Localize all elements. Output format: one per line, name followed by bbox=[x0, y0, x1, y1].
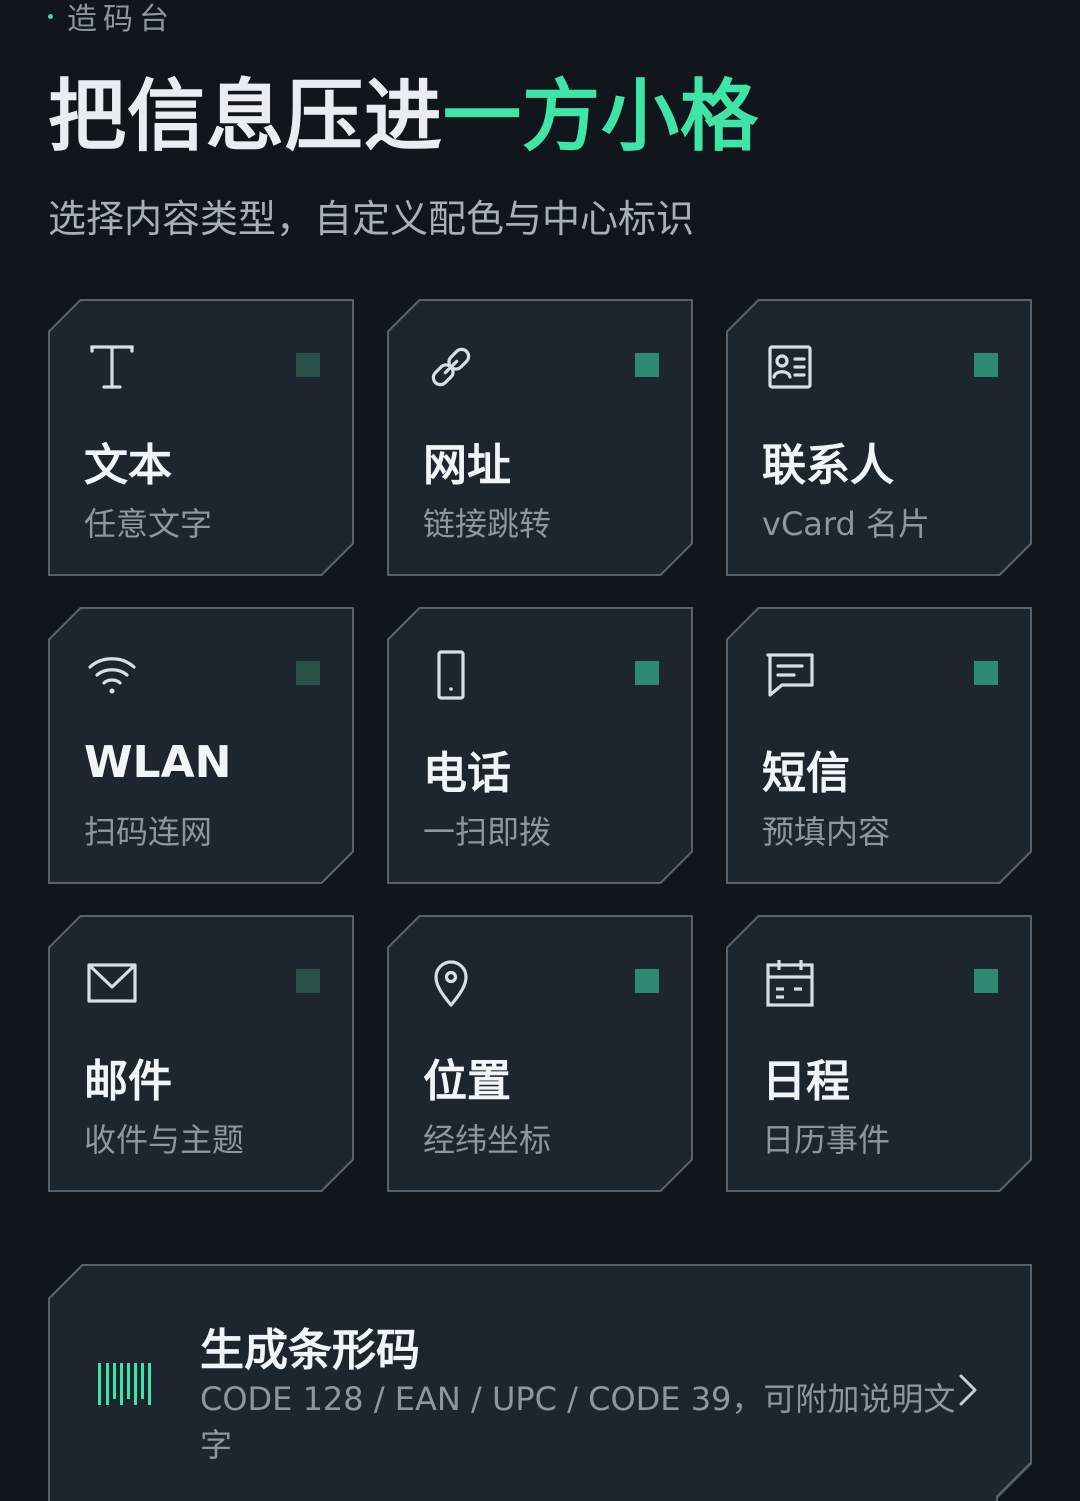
type-desc: 预填内容 bbox=[762, 813, 891, 851]
type-label: 联系人 bbox=[762, 440, 894, 491]
type-desc: 扫码连网 bbox=[84, 813, 213, 851]
type-desc: 经纬坐标 bbox=[423, 1121, 552, 1159]
mail-icon bbox=[86, 957, 138, 1009]
barcode-icon bbox=[96, 1359, 156, 1409]
type-indicator bbox=[635, 969, 659, 993]
type-card-phone[interactable]: 电话 一扫即拨 bbox=[387, 607, 693, 884]
eyebrow-label: 造码台 bbox=[67, 2, 175, 37]
title-main: 把信息压进 bbox=[48, 72, 444, 162]
page: 造码台 把信息压进一方小格 选择内容类型，自定义配色与中心标识 文本 任意文字 bbox=[0, 0, 1080, 1501]
type-label: 短信 bbox=[762, 748, 850, 799]
chevron-right-icon bbox=[956, 1372, 980, 1408]
type-desc: 日历事件 bbox=[762, 1121, 891, 1159]
message-icon bbox=[764, 649, 816, 701]
type-label: WLAN bbox=[84, 737, 232, 788]
page-subtitle: 选择内容类型，自定义配色与中心标识 bbox=[48, 197, 695, 241]
barcode-desc: CODE 128 / EAN / UPC / CODE 39，可附加说明文字 bbox=[200, 1380, 956, 1464]
barcode-title: 生成条形码 bbox=[200, 1325, 420, 1376]
type-desc: vCard 名片 bbox=[762, 505, 930, 543]
type-indicator bbox=[296, 661, 320, 685]
type-indicator bbox=[974, 969, 998, 993]
wifi-icon bbox=[86, 649, 138, 701]
type-label: 电话 bbox=[423, 748, 511, 799]
barcode-generator-card[interactable]: 生成条形码 CODE 128 / EAN / UPC / CODE 39，可附加… bbox=[48, 1264, 1032, 1501]
type-card-sms[interactable]: 短信 预填内容 bbox=[726, 607, 1032, 884]
type-card-mail[interactable]: 邮件 收件与主题 bbox=[48, 915, 354, 1192]
type-label: 文本 bbox=[84, 440, 172, 491]
type-label: 位置 bbox=[423, 1056, 511, 1107]
page-title: 把信息压进一方小格 bbox=[48, 72, 759, 162]
type-card-location[interactable]: 位置 经纬坐标 bbox=[387, 915, 693, 1192]
type-label: 日程 bbox=[762, 1056, 850, 1107]
type-label: 网址 bbox=[423, 440, 511, 491]
title-accent: 一方小格 bbox=[443, 72, 760, 162]
type-indicator bbox=[296, 353, 320, 377]
type-desc: 一扫即拨 bbox=[423, 813, 552, 851]
type-indicator bbox=[974, 353, 998, 377]
type-indicator bbox=[635, 353, 659, 377]
contact-card-icon bbox=[764, 341, 816, 393]
location-pin-icon bbox=[425, 957, 477, 1009]
type-card-contact[interactable]: 联系人 vCard 名片 bbox=[726, 299, 1032, 576]
type-card-calendar[interactable]: 日程 日历事件 bbox=[726, 915, 1032, 1192]
phone-icon bbox=[425, 649, 477, 701]
type-indicator bbox=[296, 969, 320, 993]
eyebrow-dot bbox=[48, 13, 53, 19]
link-icon bbox=[425, 341, 477, 393]
type-card-url[interactable]: 网址 链接跳转 bbox=[387, 299, 693, 576]
type-label: 邮件 bbox=[84, 1056, 172, 1107]
type-grid: 文本 任意文字 网址 链接跳转 联系人 vCard 名片 WLAN 扫码连网 电… bbox=[48, 299, 1032, 1192]
type-indicator bbox=[635, 661, 659, 685]
type-desc: 链接跳转 bbox=[423, 505, 552, 543]
eyebrow: 造码台 bbox=[48, 0, 175, 38]
type-indicator bbox=[974, 661, 998, 685]
type-desc: 收件与主题 bbox=[84, 1121, 245, 1159]
calendar-icon bbox=[764, 957, 816, 1009]
type-desc: 任意文字 bbox=[84, 505, 213, 543]
type-card-text[interactable]: 文本 任意文字 bbox=[48, 299, 354, 576]
type-card-wlan[interactable]: WLAN 扫码连网 bbox=[48, 607, 354, 884]
text-icon bbox=[86, 341, 138, 393]
